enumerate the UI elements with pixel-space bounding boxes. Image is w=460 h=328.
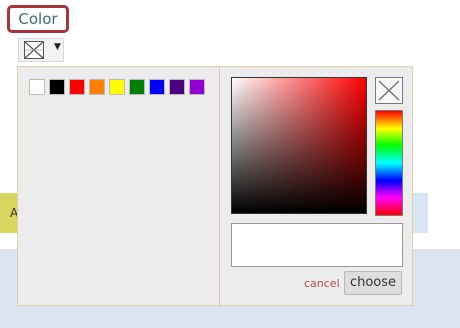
color-picker-panel: cancel choose [17,66,413,306]
hue-slider[interactable] [375,110,403,216]
color-label: Color [7,5,69,33]
preset-swatch-row [29,79,209,95]
preset-swatch-violet[interactable] [189,79,205,95]
choose-button[interactable]: choose [344,271,402,295]
clear-icon [378,80,400,101]
preset-swatch-red[interactable] [69,79,85,95]
dropdown-arrow-icon: ▼ [54,42,61,52]
saturation-value-area[interactable] [231,77,367,214]
cancel-link[interactable]: cancel [304,277,340,290]
preset-swatch-black[interactable] [49,79,65,95]
preset-swatch-white[interactable] [29,79,45,95]
preset-swatch-yellow[interactable] [109,79,125,95]
preset-swatch-green[interactable] [129,79,145,95]
preset-swatch-orange[interactable] [89,79,105,95]
no-color-swatch-icon [24,41,44,59]
preset-swatch-blue[interactable] [149,79,165,95]
hex-value-input[interactable] [231,223,403,267]
color-dropdown-button[interactable]: ▼ [18,38,64,62]
clear-color-button[interactable] [375,77,403,104]
panel-divider [219,67,220,305]
preset-swatch-indigo[interactable] [169,79,185,95]
